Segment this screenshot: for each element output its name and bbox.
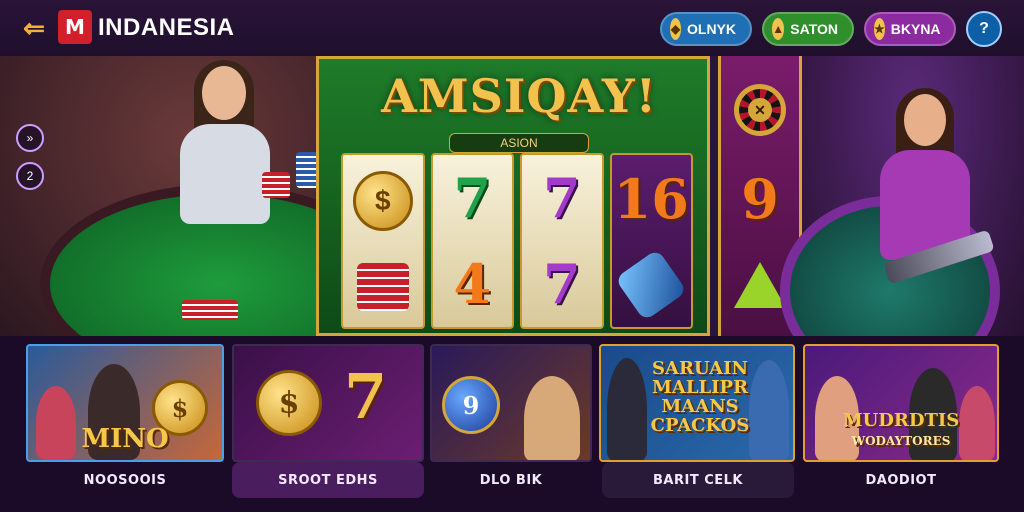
- chip-stack-icon: [356, 263, 409, 311]
- back-arrow-icon[interactable]: ⇐: [18, 12, 50, 44]
- reel-2: 7 4: [430, 153, 514, 329]
- gold-coin-icon: 9: [442, 376, 500, 434]
- top-bar: ⇐ M INDANESIA ◆ OLNYK ▲ SATON ★ BKYNA ?: [0, 0, 1024, 56]
- trophy-icon: ★: [874, 18, 885, 40]
- side-button-2[interactable]: 2: [16, 162, 44, 190]
- triangle-icon: [734, 262, 786, 308]
- game-card-4[interactable]: SARUAIN MALLIPR MAANS CPACKOS: [599, 344, 795, 462]
- side-button-2-label: 2: [26, 169, 34, 183]
- reel-symbol: 9: [741, 167, 779, 231]
- bkyna-button[interactable]: ★ BKYNA: [864, 12, 956, 46]
- game-card-5[interactable]: MUDRDTIS WODAYTORES: [803, 344, 999, 462]
- roulette-icon: ✕: [734, 84, 786, 136]
- slot-reels: $ 7 4 7 7 16: [341, 153, 693, 329]
- reel-symbol: 7: [542, 252, 581, 316]
- brand-name: INDANESIA: [98, 14, 235, 41]
- game-label-3[interactable]: DLO BIK: [430, 462, 592, 498]
- reel-4: 16: [609, 153, 693, 329]
- game-card-3[interactable]: 9: [430, 344, 592, 462]
- fast-forward-icon: »: [26, 131, 34, 145]
- bkyna-label: BKYNA: [890, 21, 941, 37]
- player-avatar: [524, 376, 580, 460]
- game-label-5[interactable]: DAODIOT: [803, 462, 999, 498]
- coin-icon: ◆: [670, 18, 681, 40]
- game-cards-row: $ MINO NOOSOOIS $ 7 SROOT EDHS 9 DLO BIK…: [0, 336, 1024, 512]
- reel-1: $: [341, 153, 425, 329]
- gold-coin-icon: $: [256, 370, 322, 436]
- help-button[interactable]: ?: [966, 11, 1002, 47]
- player-avatar: [607, 358, 647, 460]
- game-label-4[interactable]: BARIT CELK: [602, 462, 794, 498]
- game-card-1[interactable]: $ MINO: [26, 344, 224, 462]
- brand-logo[interactable]: M: [58, 10, 92, 44]
- player-avatar: [749, 360, 789, 460]
- game-card-2[interactable]: $ 7: [232, 344, 424, 462]
- seven-icon: 7: [344, 360, 388, 433]
- game-card-title: MINO: [81, 424, 169, 454]
- game-label-2[interactable]: SROOT EDHS: [232, 462, 424, 498]
- dealer-left: [170, 60, 280, 236]
- game-card-title: MUDRDTIS: [842, 410, 960, 431]
- saton-button[interactable]: ▲ SATON: [762, 12, 854, 46]
- game-card-title: SARUAIN MALLIPR MAANS CPACKOS: [650, 358, 750, 436]
- saton-label: SATON: [790, 21, 838, 37]
- potion-icon: [615, 248, 688, 321]
- slot-title: AMSIQAY!: [381, 69, 657, 123]
- gold-coin-icon: $: [352, 171, 413, 231]
- reel-symbol: 4: [453, 252, 492, 316]
- slot-machine[interactable]: AMSIQAY! ASION $ 7 4 7 7 16: [316, 56, 710, 336]
- help-icon: ?: [979, 20, 989, 37]
- game-label-1[interactable]: NOOSOOIS: [26, 462, 224, 498]
- chip-stack-icon: [262, 172, 290, 198]
- reel-symbol: 7: [453, 166, 492, 230]
- reel-3: 7 7: [520, 153, 604, 329]
- reel-symbol: 7: [542, 166, 581, 230]
- side-button-next[interactable]: »: [16, 124, 44, 152]
- olnyk-button[interactable]: ◆ OLNYK: [660, 12, 752, 46]
- gift-icon: ▲: [772, 18, 785, 40]
- olnyk-label: OLNYK: [687, 21, 736, 37]
- slot-subtitle: ASION: [449, 133, 589, 153]
- chip-stack-icon: [182, 300, 238, 320]
- reel-symbol: 16: [613, 166, 689, 231]
- hero-banner: » 2 AMSIQAY! ASION $ 7 4 7 7 16 ✕ 9: [0, 56, 1024, 336]
- game-card-subtitle: WODAYTORES: [851, 434, 951, 448]
